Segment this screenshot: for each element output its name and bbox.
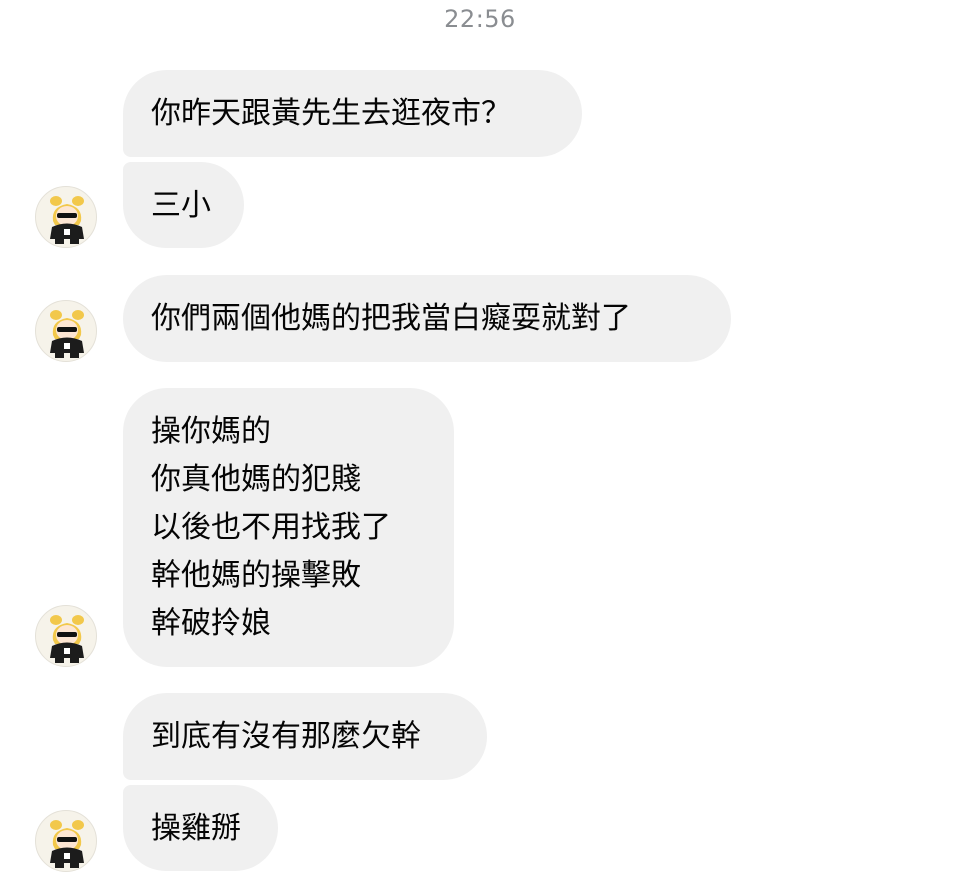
message-text: 到底有沒有那麼欠幹: [151, 719, 421, 754]
sender-avatar[interactable]: [35, 605, 97, 667]
sender-avatar[interactable]: [35, 186, 97, 248]
message-bubble[interactable]: 你昨天跟黃先生去逛夜市？: [123, 70, 582, 157]
message-bubble[interactable]: 操你媽的 你真他媽的犯賤 以後也不用找我了 幹他媽的操擊敗 幹破拎娘: [123, 388, 454, 667]
message-text-line: 以後也不用找我了: [151, 510, 391, 545]
avatar-character-icon: [50, 196, 84, 244]
message-text: 三小: [151, 188, 211, 223]
avatar-character-icon: [50, 615, 84, 663]
avatar-character-icon: [50, 310, 84, 358]
sender-avatar[interactable]: [35, 300, 97, 362]
sender-avatar[interactable]: [35, 810, 97, 872]
message-text: 你們兩個他媽的把我當白癡耍就對了: [151, 301, 631, 336]
message-bubble[interactable]: 操雞掰: [123, 785, 278, 871]
message-bubble[interactable]: 到底有沒有那麼欠幹: [123, 693, 487, 780]
message-text: 操雞掰: [151, 811, 241, 846]
message-text: 你昨天跟黃先生去逛夜市？: [151, 96, 511, 131]
message-text-line: 幹他媽的操擊敗: [151, 558, 361, 593]
message-text-line: 幹破拎娘: [151, 606, 271, 641]
message-text-line: 你真他媽的犯賤: [151, 462, 361, 497]
message-text-line: 操你媽的: [151, 414, 271, 449]
timestamp: 22:56: [444, 5, 516, 33]
message-bubble[interactable]: 三小: [123, 162, 244, 248]
message-bubble[interactable]: 你們兩個他媽的把我當白癡耍就對了: [123, 275, 731, 362]
avatar-character-icon: [50, 820, 84, 868]
